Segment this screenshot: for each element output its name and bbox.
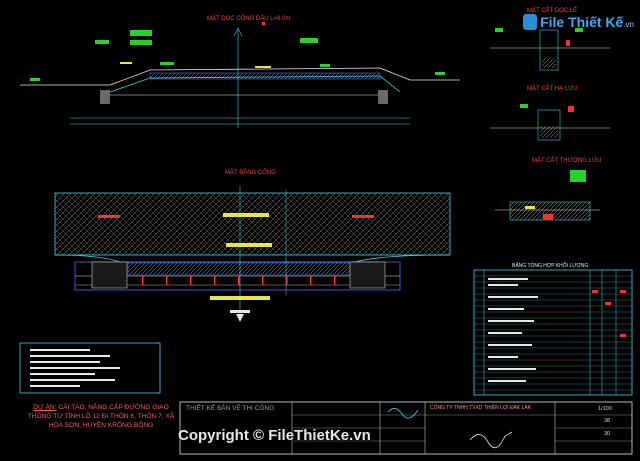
- stage-label: THIẾT KẾ BẢN VẼ THI CÔNG: [186, 405, 275, 412]
- legend-box: [19, 342, 161, 394]
- watermark-domain: .vn: [623, 20, 634, 29]
- watermark-brand: File Thiết Kế: [540, 14, 624, 30]
- longitudinal-title: MẶT DỌC CỐNG ĐẦU L=8.0m: [207, 16, 291, 22]
- project-prefix: DỰ ÁN:: [33, 404, 57, 411]
- side-c-title: MẶT CẮT THƯỢNG LƯU: [532, 158, 602, 164]
- total-value: 30: [604, 431, 611, 437]
- plan-title: MẶT BẰNG CỐNG: [225, 170, 276, 176]
- file-icon: [523, 14, 538, 30]
- longitudinal-section: [20, 22, 460, 128]
- scale-value: 1/100: [598, 406, 612, 412]
- company-name: CÔNG TY TNHH TVXD THIÊN LỢI ĐAK LAK: [430, 405, 532, 411]
- copyright-watermark: Copyright © FileThietKe.vn: [178, 427, 371, 444]
- cad-drawing-canvas[interactable]: [0, 0, 640, 461]
- table-title: BẢNG TỔNG HỢP KHỐI LƯỢNG: [512, 263, 589, 269]
- side-b-title: MẶT CẮT HẠ LƯU: [527, 86, 578, 92]
- quantity-table: [473, 269, 633, 396]
- sheet-value: 38: [604, 418, 611, 424]
- side-a-title: MẶT CẮT DỌC LẺ: [527, 8, 578, 14]
- side-sections: [490, 28, 610, 221]
- project-description: DỰ ÁN: CẢI TẠO, NÂNG CẤP ĐƯỜNG GIAO THÔN…: [26, 403, 176, 430]
- plan-view: [54, 186, 451, 322]
- watermark-logo: File Thiết Kế.vn: [523, 14, 634, 30]
